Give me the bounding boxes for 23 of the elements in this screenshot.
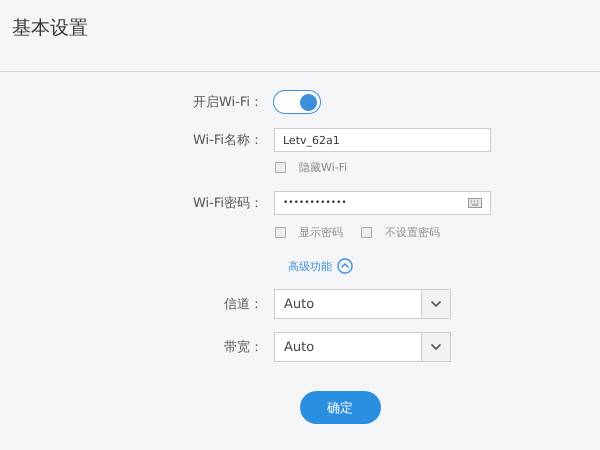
field-label: 信道： <box>223 296 264 313</box>
wifi-toggle[interactable] <box>273 90 321 114</box>
field-label: 开启Wi-Fi： <box>192 94 264 111</box>
field-label: Wi-Fi名称： <box>192 132 264 149</box>
advanced-toggle-link[interactable]: 高级功能 <box>288 258 353 274</box>
field-label: 带宽： <box>223 339 264 356</box>
dropdown-select[interactable]: Auto <box>274 332 451 362</box>
checkbox[interactable] <box>361 226 372 238</box>
dropdown-select[interactable]: Auto <box>274 289 451 319</box>
keyboard-icon[interactable] <box>468 198 482 208</box>
wifi-name-field[interactable]: Letv_62a1 <box>274 128 491 152</box>
field-label: Wi-Fi密码： <box>192 195 264 212</box>
checkbox-label[interactable]: 隐藏Wi-Fi <box>299 160 348 174</box>
password-field[interactable]: •••••••••••• <box>274 191 491 215</box>
checkbox[interactable] <box>275 226 286 238</box>
checkbox-label[interactable]: 显示密码 <box>299 224 343 240</box>
page-title: 基本设置 <box>12 16 88 40</box>
chevron-circle-icon <box>337 258 353 274</box>
checkbox-label[interactable]: 不设置密码 <box>385 224 440 240</box>
chevron-down-icon <box>430 300 442 308</box>
confirm-button[interactable]: 确定 <box>300 391 380 424</box>
chevron-down-icon <box>430 343 442 351</box>
checkbox[interactable] <box>275 162 286 172</box>
